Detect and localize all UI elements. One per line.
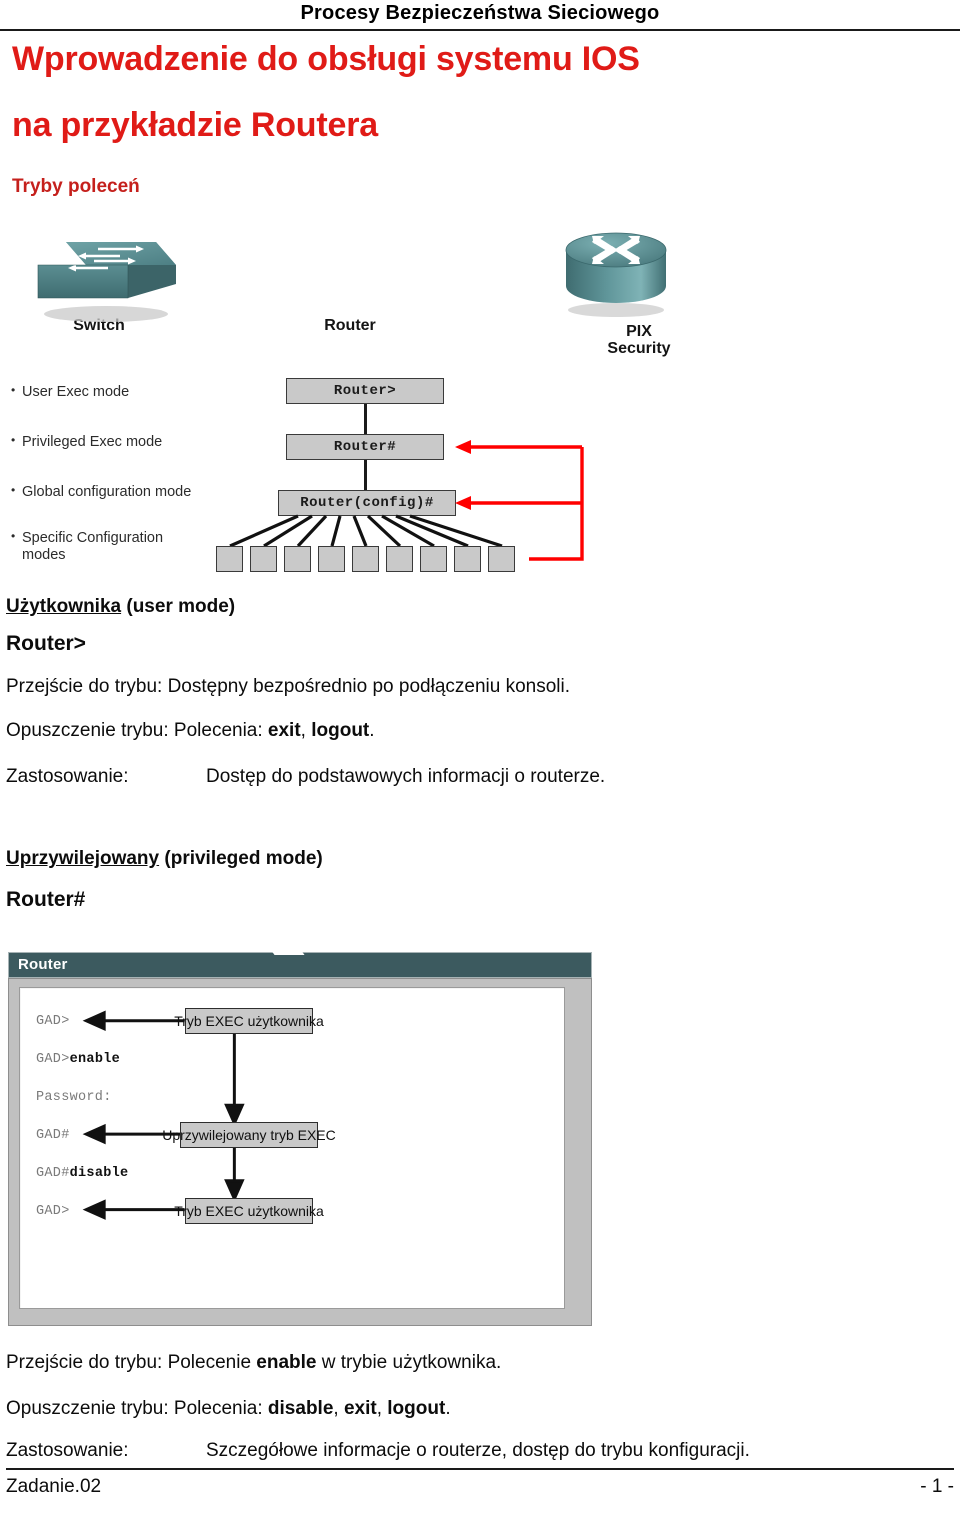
pix-caption: PIX Security [564,323,714,358]
flow-box-user-exec-top: Tryb EXEC użytkownika [174,1008,324,1034]
footer-page-number: - 1 - [920,1476,954,1497]
user-mode-leave-command-exit: exit [267,720,301,741]
header-divider [0,29,960,31]
switch-icon [37,242,176,322]
user-mode-heading-rest: (user mode) [121,596,236,617]
device-switch: Switch [14,222,184,335]
command-mode-hierarchy: User Exec mode Privileged Exec mode Glob… [8,378,708,574]
privileged-mode-leave-line: Opuszczenie trybu: Polecenia: disable, e… [6,1398,451,1419]
user-mode-heading-underlined: Użytkownika [6,596,122,617]
router-window-canvas: GAD> GAD>enable Password: GAD# GAD#disab… [19,987,565,1309]
privileged-mode-usage-value: Szczegółowe informacje o routerze, dostę… [206,1440,750,1461]
device-router: Router [276,218,667,335]
privileged-mode-leave-label: Opuszczenie trybu: Polecenia: [6,1398,263,1419]
privileged-mode-leave-command-disable: disable [267,1398,334,1419]
user-mode-prompt: Router> [6,632,86,655]
user-mode-enter-label: Przejście do trybu: [6,676,163,697]
privileged-mode-enter-rest: w trybie użytkownika. [321,1352,502,1373]
user-mode-enter-line: Przejście do trybu: Dostępny bezpośredni… [6,676,570,698]
document-title-line-2: na przykładzie Routera [12,106,378,144]
user-mode-leave-separator: , [300,720,312,741]
hierarchy-leaf-box [250,546,277,572]
hierarchy-bullet-specific-config-line-2: modes [22,547,66,564]
hierarchy-leaf-box [386,546,413,572]
figure-command-modes: Switch Router PIX Security • User Exec m… [8,212,708,574]
hierarchy-leaf-box [352,546,379,572]
privileged-mode-enter-line: Przejście do trybu: Polecenie enable w t… [6,1352,501,1374]
router-window-tab-notch [267,945,305,955]
user-mode-enter-value: Dostępny bezpośrednio po podłączeniu kon… [167,676,571,697]
hierarchy-connector-privileged-to-config [364,460,367,490]
flow-box-privileged-exec: Uprzywilejowany tryb EXEC [162,1122,336,1148]
footer-divider [6,1468,954,1470]
hierarchy-bullet-global-config: Global configuration mode [11,483,252,501]
user-mode-heading: Użytkownika (user mode) [6,596,235,618]
return-arrow-paths [465,445,584,561]
user-mode-leave-line: Opuszczenie trybu: Polecenia: exit, logo… [6,720,375,742]
privileged-mode-leave-period: . [445,1398,451,1419]
flow-box-user-exec-bottom: Tryb EXEC użytkownika [174,1198,324,1224]
user-mode-leave-label: Opuszczenie trybu: Polecenia: [6,720,263,741]
hierarchy-spokes [229,514,503,548]
hierarchy-leaf-box [284,546,311,572]
hierarchy-node-privileged-prompt: Router# [286,434,444,460]
privileged-mode-usage-label: Zastosowanie: [6,1440,129,1461]
privileged-mode-leave-command-exit: exit [343,1398,377,1419]
return-arrow-heads [455,440,471,510]
footer-task-label: Zadanie.02 [6,1476,102,1497]
page-running-header: Procesy Bezpieczeństwa Sieciowego [0,0,960,34]
privileged-mode-enter-label: Przejście do trybu: Polecenie [6,1352,252,1373]
user-mode-leave-period: . [369,720,375,741]
router-window-titlebar [8,945,592,978]
user-mode-usage-line: Zastosowanie: Dostęp do podstawowych info… [6,766,605,788]
hierarchy-connector-user-to-privileged [364,404,367,434]
router-caption: Router [324,317,376,334]
hierarchy-leaf-box [488,546,515,572]
router-window-body: GAD> GAD>enable Password: GAD# GAD#disab… [8,978,592,1326]
pix-caption-line-2: Security [607,339,671,357]
privileged-mode-enter-command: enable [256,1352,317,1373]
user-mode-usage-value: Dostęp do podstawowych informacji o rout… [206,766,606,787]
privileged-mode-heading-rest: (privileged mode) [159,848,323,869]
privileged-mode-leave-command-logout: logout [387,1398,446,1419]
figure-router-console: Router GAD> GAD>enable Password: GAD# GA… [8,945,592,1330]
privileged-mode-usage-line: Zastosowanie: Szczegółowe informacje o ro… [6,1440,750,1462]
hierarchy-leaf-box [420,546,447,572]
hierarchy-bullet-specific-config-line-1: Specific Configuration [22,530,164,546]
hierarchy-leaf-box [216,546,243,572]
hierarchy-node-config-prompt: Router(config)# [278,490,456,516]
hierarchy-leaf-box [318,546,345,572]
router-window-title: Router [18,956,68,973]
document-subtitle: Tryby poleceń [12,176,140,197]
hierarchy-bullet-privileged-exec: Privileged Exec mode [11,433,252,451]
privileged-mode-heading: Uprzywilejowany (privileged mode) [6,848,323,870]
hierarchy-node-user-prompt: Router> [286,378,444,404]
user-mode-usage-label: Zastosowanie: [6,766,129,787]
running-header-text: Procesy Bezpieczeństwa Sieciowego [300,2,660,24]
user-mode-leave-command-logout: logout [311,720,370,741]
hierarchy-bullet-user-exec: User Exec mode [11,383,252,401]
router-flow-arrows [82,1010,245,1220]
privileged-mode-heading-underlined: Uprzywilejowany [6,848,160,869]
device-pix-firewall: PIX Security [564,212,714,358]
document-title-line-1: Wprowadzenie do obsługi systemu IOS [12,40,640,78]
pix-caption-line-1: PIX [626,323,652,340]
hierarchy-leaf-box [454,546,481,572]
privileged-mode-prompt: Router# [6,888,86,911]
